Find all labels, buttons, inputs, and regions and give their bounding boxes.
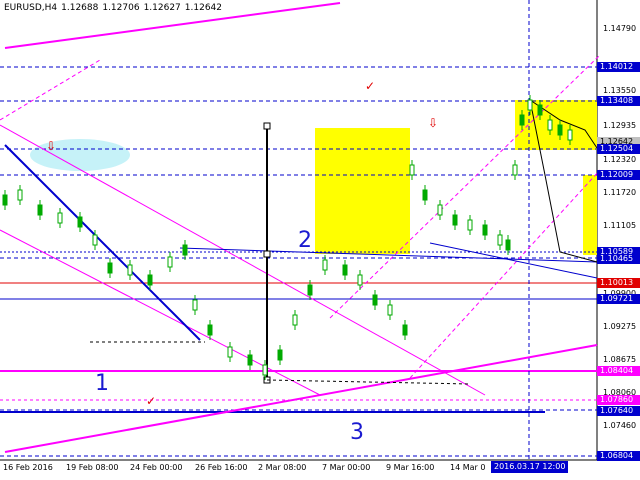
candle-body: [307, 284, 313, 296]
candle-body: [527, 99, 533, 111]
yellow-zone-2: [515, 100, 597, 150]
price-label: 1.14790: [603, 24, 637, 33]
candle-body: [437, 204, 443, 216]
time-label: 14 Mar 0: [450, 463, 486, 472]
magenta-trend-bottom: [4, 344, 598, 453]
candle-body: [537, 104, 543, 116]
candle-body: [452, 214, 458, 226]
close-value: 1.12642: [184, 3, 222, 13]
price-label: 1.13550: [603, 86, 637, 95]
price-label: 1.09275: [603, 322, 637, 331]
candle-body: [519, 114, 525, 126]
price-tag: 1.07640: [597, 406, 640, 416]
price-label: 1.07460: [603, 421, 637, 430]
time-cursor-label: 2016.03.17 12:00: [491, 461, 569, 473]
chart-window[interactable]: EURUSD,H4 1.12688 1.12706 1.12627 1.12642 1.…: [0, 0, 640, 480]
wave-label-1: 1: [95, 371, 109, 396]
symbol-label: EURUSD,H4: [4, 3, 58, 13]
candle-body: [227, 346, 233, 358]
cyan-zone: [30, 139, 130, 171]
candle-body: [512, 164, 518, 176]
blue-trendline: [4, 144, 201, 341]
price-tag: 1.12504: [597, 144, 640, 154]
candle-body: [37, 204, 43, 216]
wave-label-3: 3: [350, 420, 364, 445]
candle-body: [409, 164, 415, 176]
price-label: 1.12320: [603, 155, 637, 164]
candle-body: [557, 124, 563, 136]
time-label: 26 Feb 16:00: [195, 463, 248, 472]
wave-label-2: 2: [298, 228, 312, 253]
candle-body: [262, 364, 268, 376]
price-tag: 1.12009: [597, 170, 640, 180]
price-tag: 1.14012: [597, 62, 640, 72]
candle-body: [207, 324, 213, 336]
candle-body: [547, 119, 553, 131]
open-value: 1.12688: [61, 3, 99, 13]
price-tag: 1.07860: [597, 395, 640, 405]
candle-body: [182, 244, 188, 256]
candle-body: [497, 234, 503, 246]
price-tag: 1.10465: [597, 254, 640, 264]
check-icon: ✓: [146, 394, 157, 408]
time-label: 9 Mar 16:00: [386, 463, 435, 472]
measure-handle-top: [263, 122, 271, 130]
price-label: 1.08675: [603, 355, 637, 364]
candlestick-series: [2, 95, 573, 380]
candle-body: [57, 212, 63, 224]
candle-body: [567, 129, 573, 141]
price-tag: 1.06804: [597, 451, 640, 461]
time-label: 19 Feb 08:00: [66, 463, 119, 472]
candle-body: [167, 256, 173, 268]
candle-body: [147, 274, 153, 286]
channel-line-5: [0, 59, 101, 121]
candle-body: [107, 262, 113, 274]
price-plot[interactable]: [0, 0, 640, 480]
candle-body: [467, 219, 473, 231]
arrow-down-icon: ⇩: [428, 116, 439, 130]
blue-line-3: [429, 242, 598, 279]
low-value: 1.12627: [143, 3, 181, 13]
candle-body: [357, 274, 363, 286]
candle-body: [2, 194, 8, 206]
candle-body: [387, 304, 393, 316]
price-tag: 1.09721: [597, 294, 640, 304]
candle-body: [322, 259, 328, 271]
time-label: 24 Feb 00:00: [130, 463, 183, 472]
price-label: 1.12935: [603, 121, 637, 130]
high-value: 1.12706: [102, 3, 140, 13]
price-label: 1.11720: [603, 188, 637, 197]
ohlc-header: EURUSD,H4 1.12688 1.12706 1.12627 1.12642: [4, 3, 226, 13]
check-icon: ✓: [365, 79, 376, 93]
time-label: 16 Feb 2016: [3, 463, 53, 472]
candle-body: [77, 216, 83, 228]
price-tag: 1.10013: [597, 278, 640, 288]
time-label: 7 Mar 00:00: [322, 463, 371, 472]
measure-handle-mid: [263, 250, 271, 258]
candle-body: [277, 349, 283, 361]
candle-body: [482, 224, 488, 236]
candle-body: [247, 354, 253, 366]
channel-line-4: [409, 169, 601, 379]
candle-body: [342, 264, 348, 276]
candle-body: [292, 314, 298, 326]
candle-body: [127, 264, 133, 276]
price-tag: 1.13408: [597, 96, 640, 106]
yellow-zone-1: [315, 128, 410, 254]
candle-body: [92, 234, 98, 246]
candle-body: [192, 299, 198, 311]
price-label: 1.11105: [603, 221, 637, 230]
arrow-down-icon: ⇩: [46, 139, 57, 153]
candle-body: [372, 294, 378, 306]
candle-body: [422, 189, 428, 201]
candle-body: [402, 324, 408, 336]
price-tag: 1.08404: [597, 366, 640, 376]
candle-body: [505, 239, 511, 251]
time-label: 2 Mar 08:00: [258, 463, 307, 472]
candle-body: [17, 189, 23, 201]
